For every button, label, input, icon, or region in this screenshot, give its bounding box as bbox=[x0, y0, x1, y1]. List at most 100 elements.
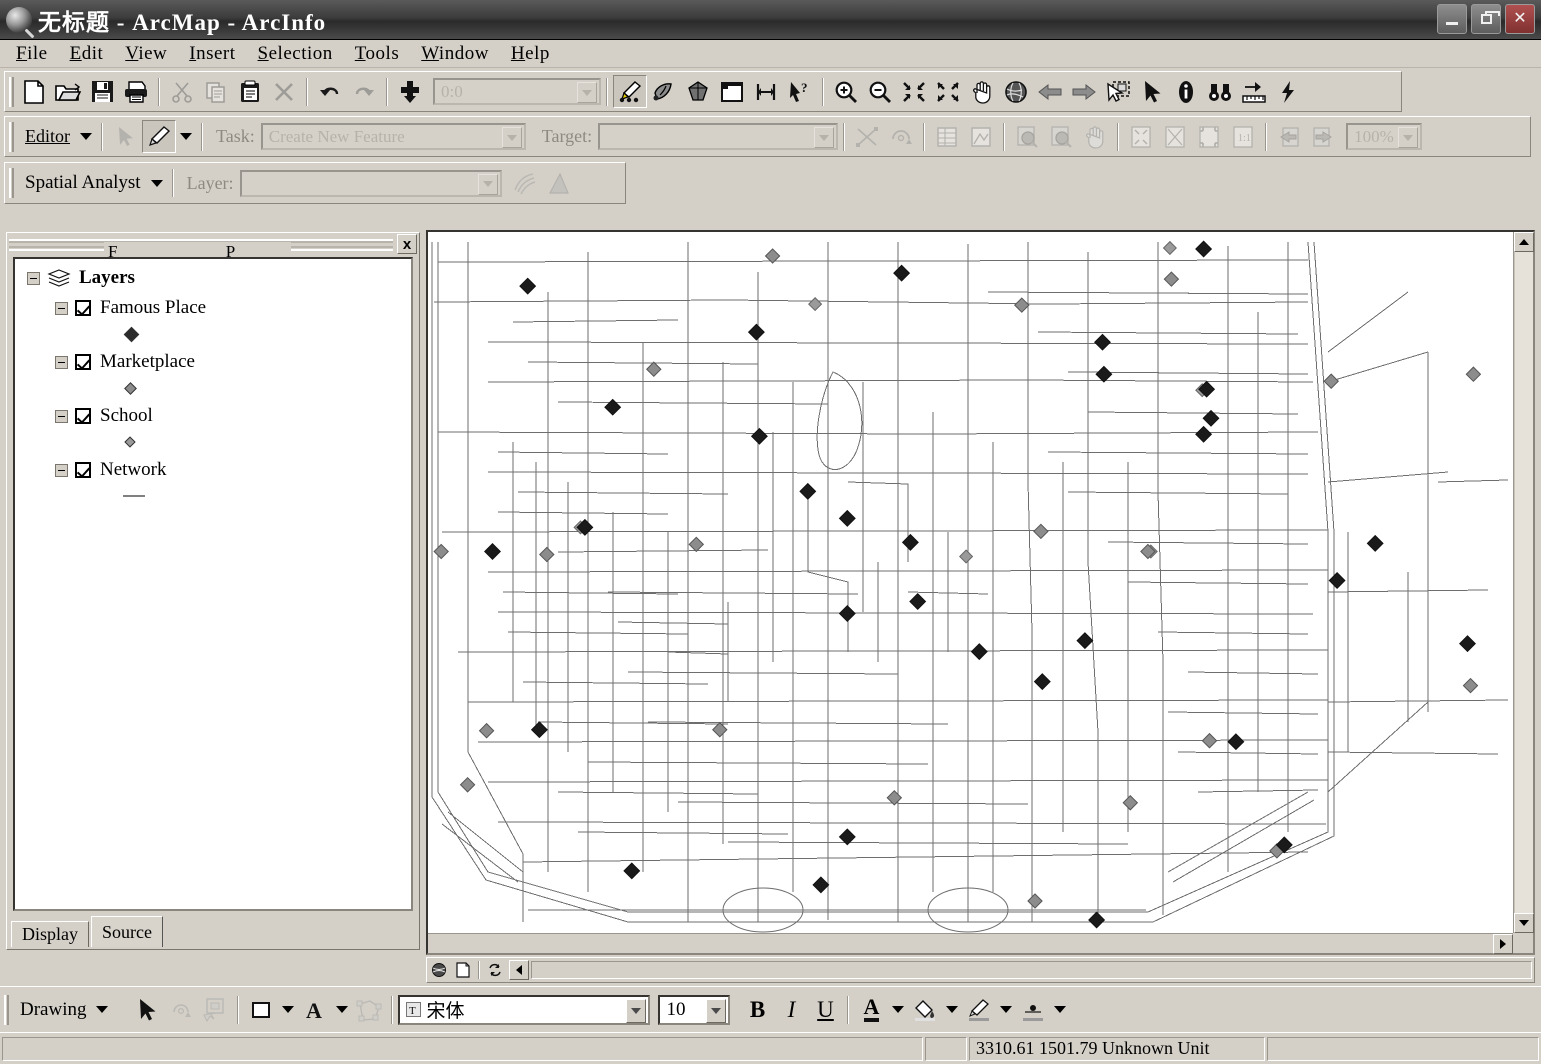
menu-window[interactable]: Window bbox=[421, 43, 489, 65]
print-icon[interactable] bbox=[119, 75, 153, 108]
sketch-dropdown-arrow-icon[interactable] bbox=[176, 120, 196, 153]
spatial-analyst-icon[interactable] bbox=[647, 75, 681, 108]
find-binoculars-icon[interactable] bbox=[1203, 75, 1237, 108]
layer-visibility-checkbox[interactable] bbox=[75, 462, 91, 478]
fixed-zoom-in-icon[interactable] bbox=[897, 75, 931, 108]
editor-menu-label[interactable]: Editor bbox=[25, 126, 70, 147]
spatial-analyst-grip[interactable] bbox=[9, 168, 14, 198]
zoom-in-icon[interactable] bbox=[829, 75, 863, 108]
new-rectangle-icon[interactable] bbox=[244, 993, 278, 1026]
split-tool-icon[interactable] bbox=[850, 120, 884, 153]
map-scale-dropdown-arrow[interactable] bbox=[577, 82, 597, 103]
select-features-icon[interactable] bbox=[1101, 75, 1135, 108]
layer-dropdown-arrow[interactable] bbox=[478, 174, 498, 195]
task-dropdown-arrow[interactable] bbox=[502, 127, 522, 148]
toc-tree[interactable]: Layers Famous Place Marketplace bbox=[13, 257, 413, 911]
line-color-dropdown-arrow-icon[interactable] bbox=[996, 993, 1016, 1026]
menu-tools[interactable]: Tools bbox=[355, 43, 399, 65]
menu-view[interactable]: View bbox=[125, 43, 167, 65]
drawing-menu-caret-icon[interactable] bbox=[96, 1006, 108, 1013]
tab-source[interactable]: Source bbox=[91, 916, 163, 947]
editor-toolbar-grip[interactable] bbox=[9, 122, 14, 152]
toc-title-bar[interactable]: F P x bbox=[9, 235, 417, 255]
toc-layer-famous-place[interactable]: Famous Place bbox=[55, 295, 411, 321]
expand-collapse-icon[interactable] bbox=[55, 410, 68, 423]
go-back-extent-icon[interactable] bbox=[1272, 120, 1306, 153]
delete-x-icon[interactable] bbox=[267, 75, 301, 108]
line-color-icon[interactable] bbox=[962, 993, 996, 1026]
zoom-in-page-icon[interactable] bbox=[1010, 120, 1044, 153]
full-extent-globe-icon[interactable] bbox=[999, 75, 1033, 108]
italic-button[interactable]: I bbox=[774, 993, 808, 1026]
three-d-analyst-icon[interactable] bbox=[681, 75, 715, 108]
zoom-out-page-icon[interactable] bbox=[1044, 120, 1078, 153]
close-button[interactable]: ✕ bbox=[1505, 4, 1535, 34]
pan-hand-icon[interactable] bbox=[965, 75, 999, 108]
marker-color-icon[interactable] bbox=[1016, 993, 1050, 1026]
identify-info-icon[interactable] bbox=[1169, 75, 1203, 108]
zoom-whole-page-icon[interactable] bbox=[1124, 120, 1158, 153]
drawing-menu-label[interactable]: Drawing bbox=[20, 999, 86, 1021]
editor-toolbar-icon[interactable] bbox=[613, 75, 647, 108]
toc-layer-marketplace[interactable]: Marketplace bbox=[55, 349, 411, 375]
toc-layer-school[interactable]: School bbox=[55, 403, 411, 429]
edit-vertices-icon[interactable] bbox=[352, 993, 386, 1026]
scroll-down-button[interactable] bbox=[1514, 913, 1534, 933]
toc-window-icon[interactable] bbox=[715, 75, 749, 108]
font-size-combo[interactable]: 10 bbox=[658, 995, 730, 1025]
map-view-frame[interactable] bbox=[426, 230, 1535, 955]
pan-page-icon[interactable] bbox=[1078, 120, 1112, 153]
expand-collapse-icon[interactable] bbox=[27, 272, 40, 285]
measure-ruler-icon[interactable] bbox=[1237, 75, 1271, 108]
expand-collapse-icon[interactable] bbox=[55, 302, 68, 315]
underline-button[interactable]: U bbox=[808, 993, 842, 1026]
hyperlink-lightning-icon[interactable] bbox=[1271, 75, 1305, 108]
tab-display[interactable]: Display bbox=[11, 921, 89, 947]
layout-view-icon[interactable] bbox=[451, 959, 475, 981]
menu-selection[interactable]: Selection bbox=[258, 43, 333, 65]
rotate-tool-icon[interactable] bbox=[884, 120, 918, 153]
select-elements-arrow-icon[interactable] bbox=[130, 993, 164, 1026]
sketch-properties-icon[interactable] bbox=[964, 120, 998, 153]
menu-insert[interactable]: Insert bbox=[189, 43, 235, 65]
fill-bucket-icon[interactable] bbox=[908, 993, 942, 1026]
zoom-page-width-icon[interactable] bbox=[1158, 120, 1192, 153]
undo-arrow-icon[interactable] bbox=[313, 75, 347, 108]
cut-scissors-icon[interactable] bbox=[165, 75, 199, 108]
map-scale-combo[interactable]: 0:0 bbox=[433, 78, 601, 105]
map-canvas[interactable] bbox=[428, 232, 1513, 933]
zoom-out-icon[interactable] bbox=[863, 75, 897, 108]
marker-color-dropdown-arrow-icon[interactable] bbox=[1050, 993, 1070, 1026]
view-scroll-track[interactable] bbox=[531, 961, 1532, 979]
layer-combo[interactable] bbox=[240, 170, 502, 197]
fixed-zoom-out-icon[interactable] bbox=[931, 75, 965, 108]
target-dropdown-arrow[interactable] bbox=[814, 127, 834, 148]
redo-arrow-icon[interactable] bbox=[347, 75, 381, 108]
font-name-combo[interactable]: T 宋体 bbox=[398, 995, 650, 1025]
menu-file[interactable]: File bbox=[16, 43, 48, 65]
scroll-right-button[interactable] bbox=[1493, 934, 1513, 954]
save-floppy-icon[interactable] bbox=[85, 75, 119, 108]
contour-tool-icon[interactable] bbox=[508, 167, 542, 200]
open-folder-icon[interactable] bbox=[51, 75, 85, 108]
restore-button[interactable] bbox=[1471, 4, 1501, 34]
spatial-analyst-caret-icon[interactable] bbox=[151, 180, 163, 187]
go-forward-extent-icon[interactable] bbox=[1306, 120, 1340, 153]
sketch-pencil-icon[interactable] bbox=[142, 120, 176, 153]
expand-collapse-icon[interactable] bbox=[55, 464, 68, 477]
new-document-icon[interactable] bbox=[17, 75, 51, 108]
toolbar-grip[interactable] bbox=[9, 77, 14, 107]
page-zoom-dropdown-arrow[interactable] bbox=[1398, 127, 1418, 148]
previous-extent-icon[interactable] bbox=[1033, 75, 1067, 108]
whats-this-help-icon[interactable]: ? bbox=[783, 75, 817, 108]
font-size-dropdown-arrow[interactable] bbox=[706, 999, 726, 1023]
layer-visibility-checkbox[interactable] bbox=[75, 300, 91, 316]
spatial-analyst-menu-label[interactable]: Spatial Analyst bbox=[25, 172, 141, 194]
new-text-icon[interactable]: A bbox=[298, 993, 332, 1026]
rectangle-dropdown-arrow-icon[interactable] bbox=[278, 993, 298, 1026]
font-name-dropdown-arrow[interactable] bbox=[626, 999, 646, 1023]
map-vertical-scrollbar[interactable] bbox=[1513, 232, 1533, 933]
vertical-scroll-track[interactable] bbox=[1514, 252, 1533, 913]
editor-menu-caret-icon[interactable] bbox=[80, 133, 92, 140]
bold-button[interactable]: B bbox=[740, 993, 774, 1026]
